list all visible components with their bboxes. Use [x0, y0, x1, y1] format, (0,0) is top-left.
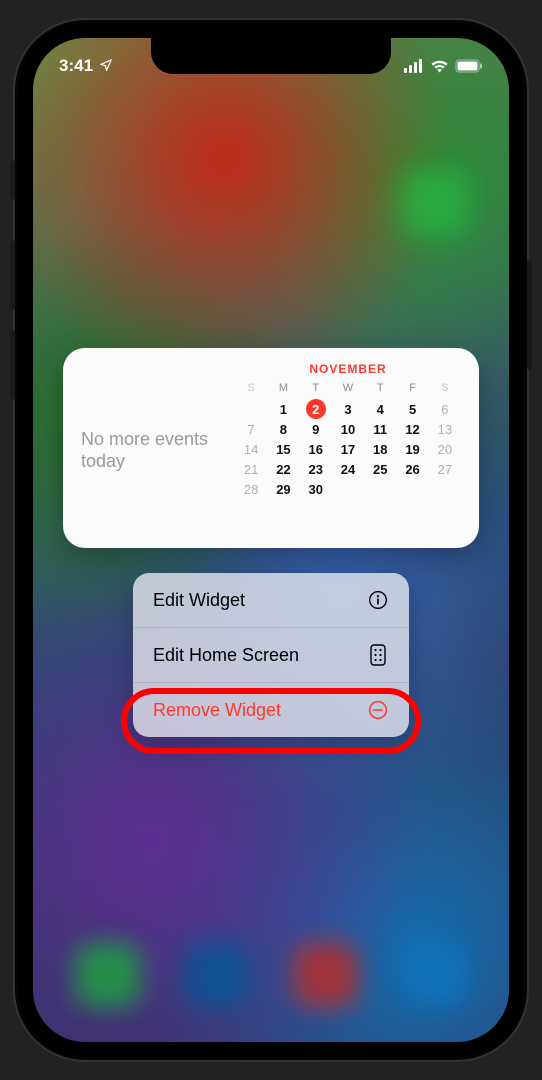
- menu-label: Edit Widget: [153, 590, 245, 611]
- calendar-day: 10: [332, 420, 364, 438]
- apps-grid-icon: [367, 644, 389, 666]
- dock-app: [403, 943, 467, 1007]
- menu-label: Remove Widget: [153, 700, 281, 721]
- calendar-day: 13: [429, 420, 461, 438]
- calendar-day: 29: [267, 480, 299, 498]
- menu-item-edit-home-screen[interactable]: Edit Home Screen: [133, 628, 409, 683]
- calendar-day: 1: [267, 400, 299, 418]
- silence-switch: [10, 160, 15, 200]
- notch: [151, 38, 391, 74]
- calendar-day: 11: [364, 420, 396, 438]
- calendar-day: [396, 480, 428, 498]
- volume-up-button: [10, 240, 15, 310]
- widget-events-area: No more events today: [81, 362, 235, 538]
- dock: [53, 930, 489, 1020]
- calendar-day: 15: [267, 440, 299, 458]
- no-events-text: No more events today: [81, 428, 225, 473]
- calendar-day: 12: [396, 420, 428, 438]
- menu-item-edit-widget[interactable]: Edit Widget: [133, 573, 409, 628]
- minus-circle-icon: [367, 699, 389, 721]
- calendar-widget[interactable]: No more events today NOVEMBER SMTWTFS123…: [63, 348, 479, 548]
- calendar-grid: SMTWTFS123456789101112131415161718192021…: [235, 380, 461, 498]
- calendar-day: 26: [396, 460, 428, 478]
- calendar-day: 6: [429, 400, 461, 418]
- status-time: 3:41: [59, 56, 93, 76]
- day-of-week-label: F: [396, 380, 428, 398]
- day-of-week-label: T: [300, 380, 332, 398]
- menu-label: Edit Home Screen: [153, 645, 299, 666]
- day-of-week-label: S: [429, 380, 461, 398]
- calendar-day: 24: [332, 460, 364, 478]
- calendar-day: 28: [235, 480, 267, 498]
- calendar-day: 4: [364, 400, 396, 418]
- calendar-day: 27: [429, 460, 461, 478]
- calendar-day: 23: [300, 460, 332, 478]
- menu-item-remove-widget[interactable]: Remove Widget: [133, 683, 409, 737]
- widget-context-menu: Edit Widget Edit Home Screen Remove Widg…: [133, 573, 409, 737]
- volume-down-button: [10, 330, 15, 400]
- calendar-day: 18: [364, 440, 396, 458]
- day-of-week-label: M: [267, 380, 299, 398]
- day-of-week-label: S: [235, 380, 267, 398]
- calendar-day: [429, 480, 461, 498]
- calendar-day: 25: [364, 460, 396, 478]
- calendar-day: 17: [332, 440, 364, 458]
- calendar-day: 16: [300, 440, 332, 458]
- dock-app: [76, 943, 140, 1007]
- dock-app: [185, 943, 249, 1007]
- cellular-signal-icon: [404, 59, 424, 73]
- status-left: 3:41: [59, 56, 113, 76]
- calendar-day: [235, 400, 267, 418]
- month-label: NOVEMBER: [235, 362, 461, 376]
- calendar-day: 22: [267, 460, 299, 478]
- calendar-day: 20: [429, 440, 461, 458]
- calendar-day: 3: [332, 400, 364, 418]
- info-icon: [367, 589, 389, 611]
- calendar-day: 21: [235, 460, 267, 478]
- power-button: [527, 260, 532, 370]
- calendar-day: [332, 480, 364, 498]
- day-of-week-label: T: [364, 380, 396, 398]
- widget-calendar-area: NOVEMBER SMTWTFS123456789101112131415161…: [235, 362, 461, 538]
- calendar-day: 19: [396, 440, 428, 458]
- location-arrow-icon: [99, 58, 113, 75]
- calendar-day: 8: [267, 420, 299, 438]
- calendar-day: 30: [300, 480, 332, 498]
- wifi-icon: [430, 59, 449, 73]
- calendar-day: 9: [300, 420, 332, 438]
- calendar-day: [364, 480, 396, 498]
- day-of-week-label: W: [332, 380, 364, 398]
- battery-icon: [455, 59, 483, 73]
- status-right: [404, 59, 483, 73]
- blurred-app-icon: [399, 168, 469, 238]
- screen: 3:41 No more events today: [33, 38, 509, 1042]
- calendar-day: 2: [300, 400, 332, 418]
- calendar-day: 5: [396, 400, 428, 418]
- calendar-day: 14: [235, 440, 267, 458]
- dock-app: [294, 943, 358, 1007]
- calendar-day: 7: [235, 420, 267, 438]
- phone-frame: 3:41 No more events today: [15, 20, 527, 1060]
